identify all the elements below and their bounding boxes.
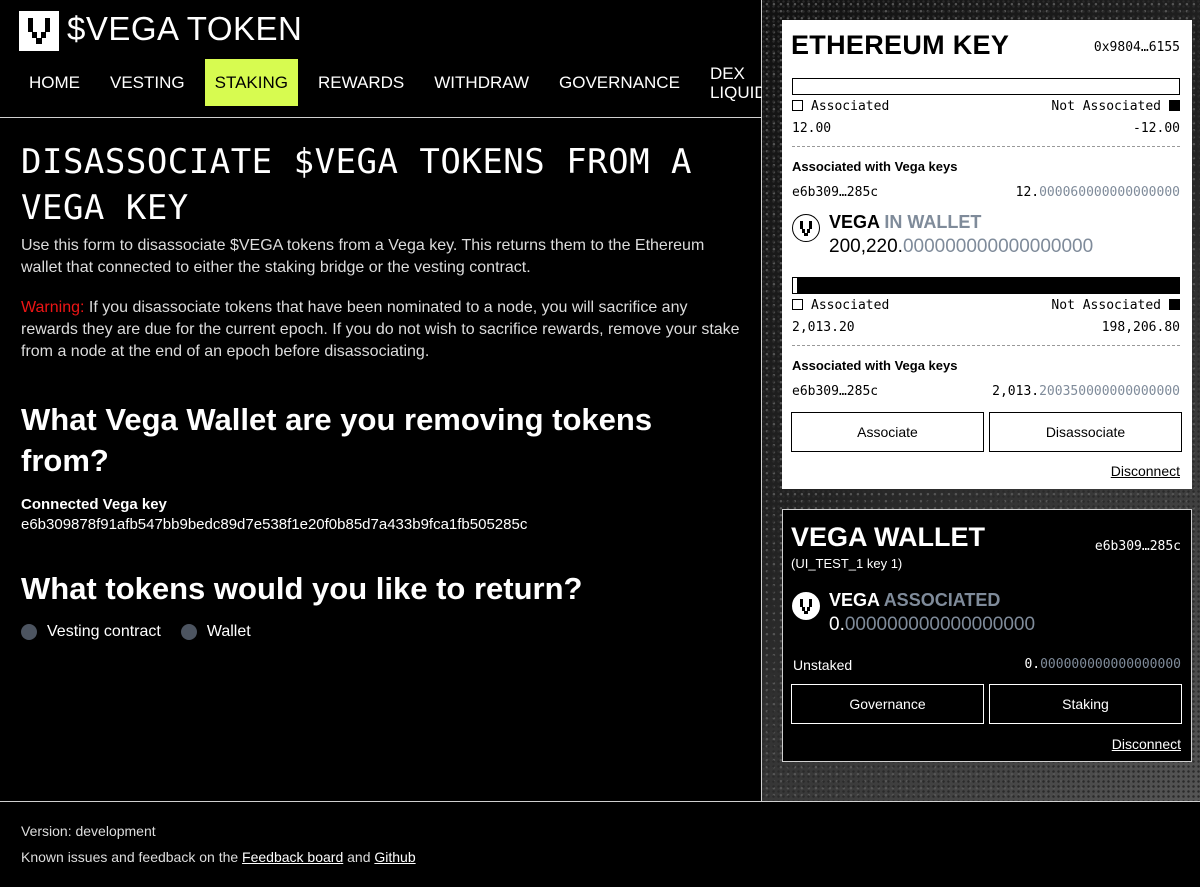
version-text: Version: development (21, 823, 156, 839)
eth-card-title: ETHEREUM KEY (791, 30, 1010, 60)
radio-vesting-contract[interactable]: Vesting contract (21, 623, 161, 641)
vega-key: e6b309…285c (792, 185, 879, 200)
radio-label: Wallet (206, 623, 251, 640)
nav-vesting[interactable]: VESTING (100, 59, 195, 106)
vesting-assoc-values: 12.00 -12.00 (792, 121, 1180, 136)
associated-label: Associated (811, 99, 890, 114)
disassociate-button[interactable]: Disassociate (989, 412, 1182, 452)
feedback-board-link[interactable]: Feedback board (242, 849, 343, 865)
header: $VEGA TOKEN HOME VESTING STAKING REWARDS… (0, 0, 793, 118)
warning-text: Warning: If you disassociate tokens that… (21, 297, 741, 363)
amount-int: 2,013. (992, 384, 1040, 399)
not-associated-value: -12.00 (1133, 121, 1180, 136)
radio-button[interactable] (21, 624, 37, 640)
vega-key-name: (UI_TEST_1 key 1) (791, 556, 903, 571)
staking-button[interactable]: Staking (989, 684, 1182, 724)
radio-label: Vesting contract (47, 623, 161, 640)
amount-dec: 200350000000000000 (1039, 384, 1180, 399)
not-associated-swatch-icon (1169, 100, 1180, 111)
amount-dec: 000000000000000000 (844, 614, 1036, 635)
token-symbol: VEGA (829, 212, 880, 232)
vega-key: e6b309…285c (792, 384, 879, 399)
vega-disconnect-link[interactable]: Disconnect (1112, 736, 1181, 752)
not-associated-label: Not Associated (1051, 298, 1161, 313)
connected-key-label: Connected Vega key (21, 496, 167, 513)
associated-token: VEGA ASSOCIATED 0.000000000000000000 (792, 590, 1180, 640)
associated-swatch-icon (792, 299, 803, 310)
amount-int: 200,220. (829, 236, 903, 257)
divider (792, 345, 1180, 346)
wallet-association-bar (792, 277, 1180, 294)
footer: Version: development Known issues and fe… (0, 801, 1200, 887)
wallet-bar-fill (796, 278, 1179, 293)
vesting-assoc-labels: Associated Not Associated (792, 99, 1180, 114)
unstaked-row: Unstaked 0.000000000000000000 (793, 657, 1181, 673)
feedback-and: and (343, 849, 375, 865)
nav-home[interactable]: HOME (19, 59, 90, 106)
not-associated-swatch-icon (1169, 299, 1180, 310)
amount-dec: 000000000000000000 (902, 236, 1094, 257)
not-associated-label: Not Associated (1051, 99, 1161, 114)
github-link[interactable]: Github (374, 849, 415, 865)
token-tag: ASSOCIATED (883, 590, 1001, 610)
amount-int: 0. (1024, 657, 1041, 672)
nav-staking[interactable]: STAKING (204, 59, 298, 106)
warning-body: If you disassociate tokens that have bee… (21, 299, 740, 360)
amount-int: 12. (1015, 185, 1040, 200)
radio-wallet[interactable]: Wallet (180, 623, 251, 641)
vega-card-title: VEGA WALLET (791, 522, 985, 552)
main-panel: $VEGA TOKEN HOME VESTING STAKING REWARDS… (0, 0, 793, 801)
not-associated-value: 198,206.80 (1101, 320, 1180, 335)
wallet-key-row: e6b309…285c 2,013.200350000000000000 (792, 384, 1180, 399)
wallet-assoc-labels: Associated Not Associated (792, 298, 1180, 313)
page-title: DISASSOCIATE $VEGA TOKENS FROM A VEGA KE… (21, 142, 693, 228)
governance-button[interactable]: Governance (791, 684, 984, 724)
vesting-key-row: e6b309…285c 12.000060000000000000 (792, 185, 1180, 200)
eth-address: 0x9804…6155 (1093, 40, 1180, 55)
token-tag: IN WALLET (884, 212, 982, 232)
feedback-text: Known issues and feedback on the Feedbac… (21, 849, 416, 865)
eth-disconnect-link[interactable]: Disconnect (1111, 463, 1180, 479)
feedback-prefix: Known issues and feedback on the (21, 849, 243, 865)
main-nav: HOME VESTING STAKING REWARDS WITHDRAW GO… (19, 59, 806, 106)
unstaked-label: Unstaked (793, 657, 853, 673)
associate-button[interactable]: Associate (791, 412, 984, 452)
token-name: VEGA IN WALLET (829, 212, 981, 233)
connected-key-value: e6b309878f91afb547bb9bedc89d7e538f1e20f0… (21, 516, 528, 533)
associated-value: 12.00 (792, 121, 832, 136)
vega-wallet-card: VEGA WALLET (UI_TEST_1 key 1) e6b309…285… (782, 509, 1192, 762)
wallet-question: What Vega Wallet are you removing tokens… (21, 402, 653, 478)
app-title: $VEGA TOKEN (67, 10, 303, 47)
nav-rewards[interactable]: REWARDS (308, 59, 414, 106)
vesting-keys-heading: Associated with Vega keys (792, 159, 958, 174)
vega-logo[interactable] (19, 11, 59, 51)
amount-dec: 000000000000000000 (1040, 657, 1181, 672)
wallet-keys-heading: Associated with Vega keys (792, 358, 958, 373)
warning-label: Warning: (21, 299, 85, 316)
token-symbol: VEGA (829, 590, 880, 610)
token-amount: 200,220.000000000000000000 (829, 236, 1093, 258)
intro-text: Use this form to disassociate $VEGA toke… (21, 237, 705, 276)
token-source-radios: Vesting contract Wallet (21, 623, 741, 641)
associated-label: Associated (811, 298, 890, 313)
divider (792, 146, 1180, 147)
in-wallet-token: VEGA IN WALLET 200,220.00000000000000000… (792, 212, 1180, 262)
associated-value: 2,013.20 (792, 320, 855, 335)
token-amount: 0.000000000000000000 (829, 614, 1035, 636)
vega-key: e6b309…285c (1094, 539, 1181, 554)
amount-dec: 000060000000000000 (1039, 185, 1180, 200)
amount-int: 0. (829, 614, 845, 635)
wallet-assoc-values: 2,013.20 198,206.80 (792, 320, 1180, 335)
tokens-question: What tokens would you like to return? (21, 571, 583, 606)
ethereum-key-card: ETHEREUM KEY 0x9804…6155 Associated Not … (782, 20, 1192, 489)
vega-token-icon (792, 592, 820, 620)
token-name: VEGA ASSOCIATED (829, 590, 1000, 611)
radio-button[interactable] (180, 624, 197, 640)
content: DISASSOCIATE $VEGA TOKENS FROM A VEGA KE… (21, 139, 741, 641)
nav-withdraw[interactable]: WITHDRAW (424, 59, 539, 106)
vesting-association-bar (792, 78, 1180, 95)
associated-swatch-icon (792, 100, 803, 111)
vega-token-icon (792, 214, 820, 242)
nav-governance[interactable]: GOVERNANCE (549, 59, 690, 106)
